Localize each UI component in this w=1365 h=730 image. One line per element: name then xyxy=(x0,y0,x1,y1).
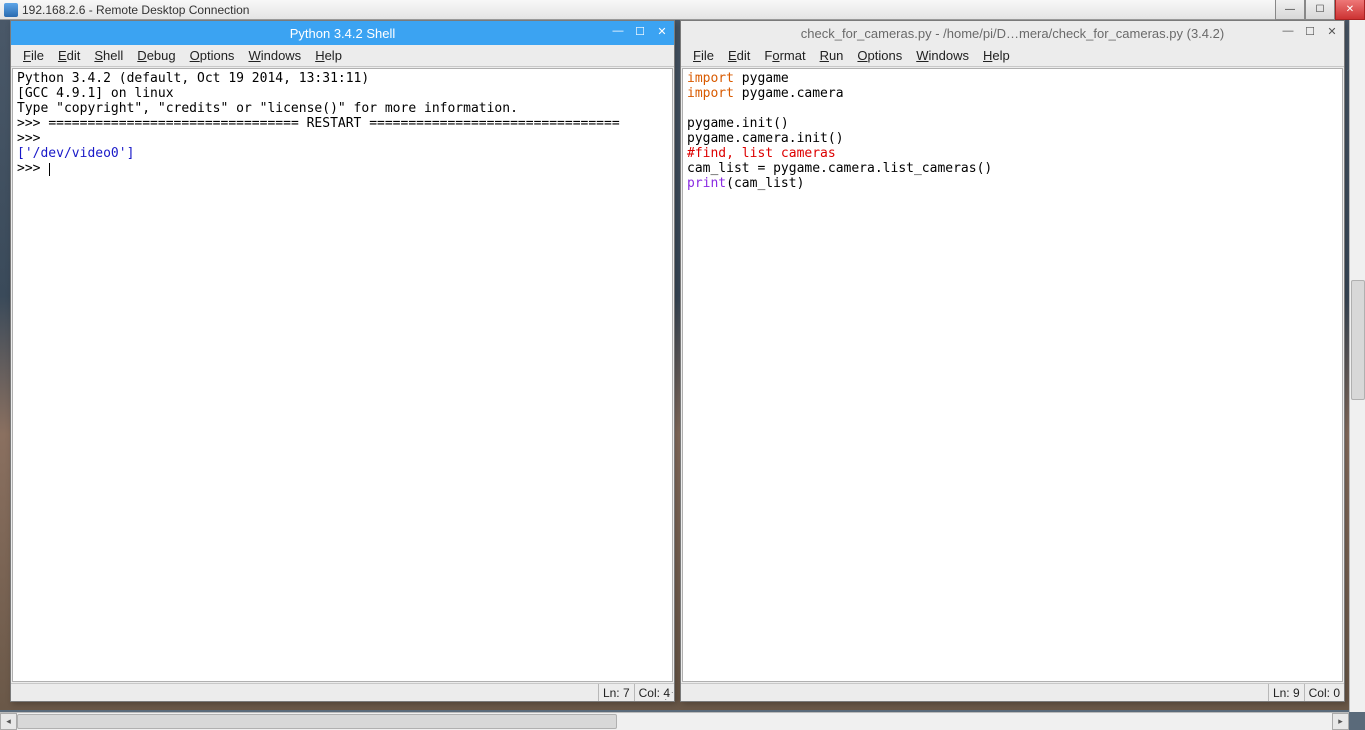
rdp-title: 192.168.2.6 - Remote Desktop Connection xyxy=(22,3,249,17)
rdp-titlebar: 192.168.2.6 - Remote Desktop Connection … xyxy=(0,0,1365,20)
rdp-window-buttons: — ☐ ✕ xyxy=(1275,0,1365,20)
rdp-hscroll-thumb[interactable] xyxy=(17,714,617,729)
editor-window: check_for_cameras.py - /home/pi/D…mera/c… xyxy=(680,20,1345,702)
editor-status-line: Ln: 9 xyxy=(1268,684,1304,701)
shell-menu-edit[interactable]: Edit xyxy=(52,46,86,65)
shell-close-button[interactable]: ✕ xyxy=(654,23,670,39)
python-shell-window: Python 3.4.2 Shell — ☐ ✕ File Edit Shell… xyxy=(10,20,675,702)
rdp-hscroll-left-button[interactable]: ◂ xyxy=(0,713,17,730)
shell-menu-help[interactable]: Help xyxy=(309,46,348,65)
shell-titlebar[interactable]: Python 3.4.2 Shell — ☐ ✕ xyxy=(11,21,674,45)
editor-menu-file[interactable]: File xyxy=(687,46,720,65)
rdp-hscroll-right-button[interactable]: ▸ xyxy=(1332,713,1349,730)
shell-menu-shell[interactable]: Shell xyxy=(88,46,129,65)
rdp-icon xyxy=(4,3,18,17)
editor-menu-options[interactable]: Options xyxy=(851,46,908,65)
editor-minimize-button[interactable]: — xyxy=(1280,23,1296,39)
shell-minimize-button[interactable]: — xyxy=(610,23,626,39)
rdp-horizontal-scrollbar[interactable]: ◂ ▸ xyxy=(0,712,1349,729)
editor-menu-windows[interactable]: Windows xyxy=(910,46,975,65)
editor-titlebar[interactable]: check_for_cameras.py - /home/pi/D…mera/c… xyxy=(681,21,1344,45)
shell-menu-file[interactable]: File xyxy=(17,46,50,65)
editor-menu-help[interactable]: Help xyxy=(977,46,1016,65)
shell-maximize-button[interactable]: ☐ xyxy=(632,23,648,39)
rdp-vscroll-thumb[interactable] xyxy=(1351,280,1365,400)
shell-menu-windows[interactable]: Windows xyxy=(242,46,307,65)
editor-maximize-button[interactable]: ☐ xyxy=(1302,23,1318,39)
editor-menu-edit[interactable]: Edit xyxy=(722,46,756,65)
editor-title: check_for_cameras.py - /home/pi/D…mera/c… xyxy=(681,26,1344,41)
rdp-minimize-button[interactable]: — xyxy=(1275,0,1305,20)
shell-title: Python 3.4.2 Shell xyxy=(11,26,674,41)
rdp-close-button[interactable]: ✕ xyxy=(1335,0,1365,20)
editor-code[interactable]: import pygame import pygame.camera pygam… xyxy=(682,68,1343,682)
rdp-maximize-button[interactable]: ☐ xyxy=(1305,0,1335,20)
shell-menu-options[interactable]: Options xyxy=(184,46,241,65)
shell-status-line: Ln: 7 xyxy=(598,684,634,701)
shell-statusbar: Ln: 7 Col: 4 xyxy=(11,683,674,701)
shell-output[interactable]: Python 3.4.2 (default, Oct 19 2014, 13:3… xyxy=(12,68,673,682)
editor-menubar: File Edit Format Run Options Windows Hel… xyxy=(681,45,1344,67)
editor-menu-run[interactable]: Run xyxy=(814,46,850,65)
editor-menu-format[interactable]: Format xyxy=(758,46,811,65)
rdp-hscroll-track[interactable] xyxy=(17,713,1332,730)
shell-cursor xyxy=(49,163,50,176)
shell-menu-debug[interactable]: Debug xyxy=(131,46,181,65)
editor-status-col: Col: 0 xyxy=(1304,684,1344,701)
resize-handle-icon[interactable]: ⋰ xyxy=(658,692,676,710)
editor-statusbar: Ln: 9 Col: 0 xyxy=(681,683,1344,701)
rdp-vertical-scrollbar[interactable] xyxy=(1349,20,1365,712)
editor-close-button[interactable]: ✕ xyxy=(1324,23,1340,39)
shell-menubar: File Edit Shell Debug Options Windows He… xyxy=(11,45,674,67)
remote-desktop-area: Python 3.4.2 Shell — ☐ ✕ File Edit Shell… xyxy=(0,20,1365,710)
